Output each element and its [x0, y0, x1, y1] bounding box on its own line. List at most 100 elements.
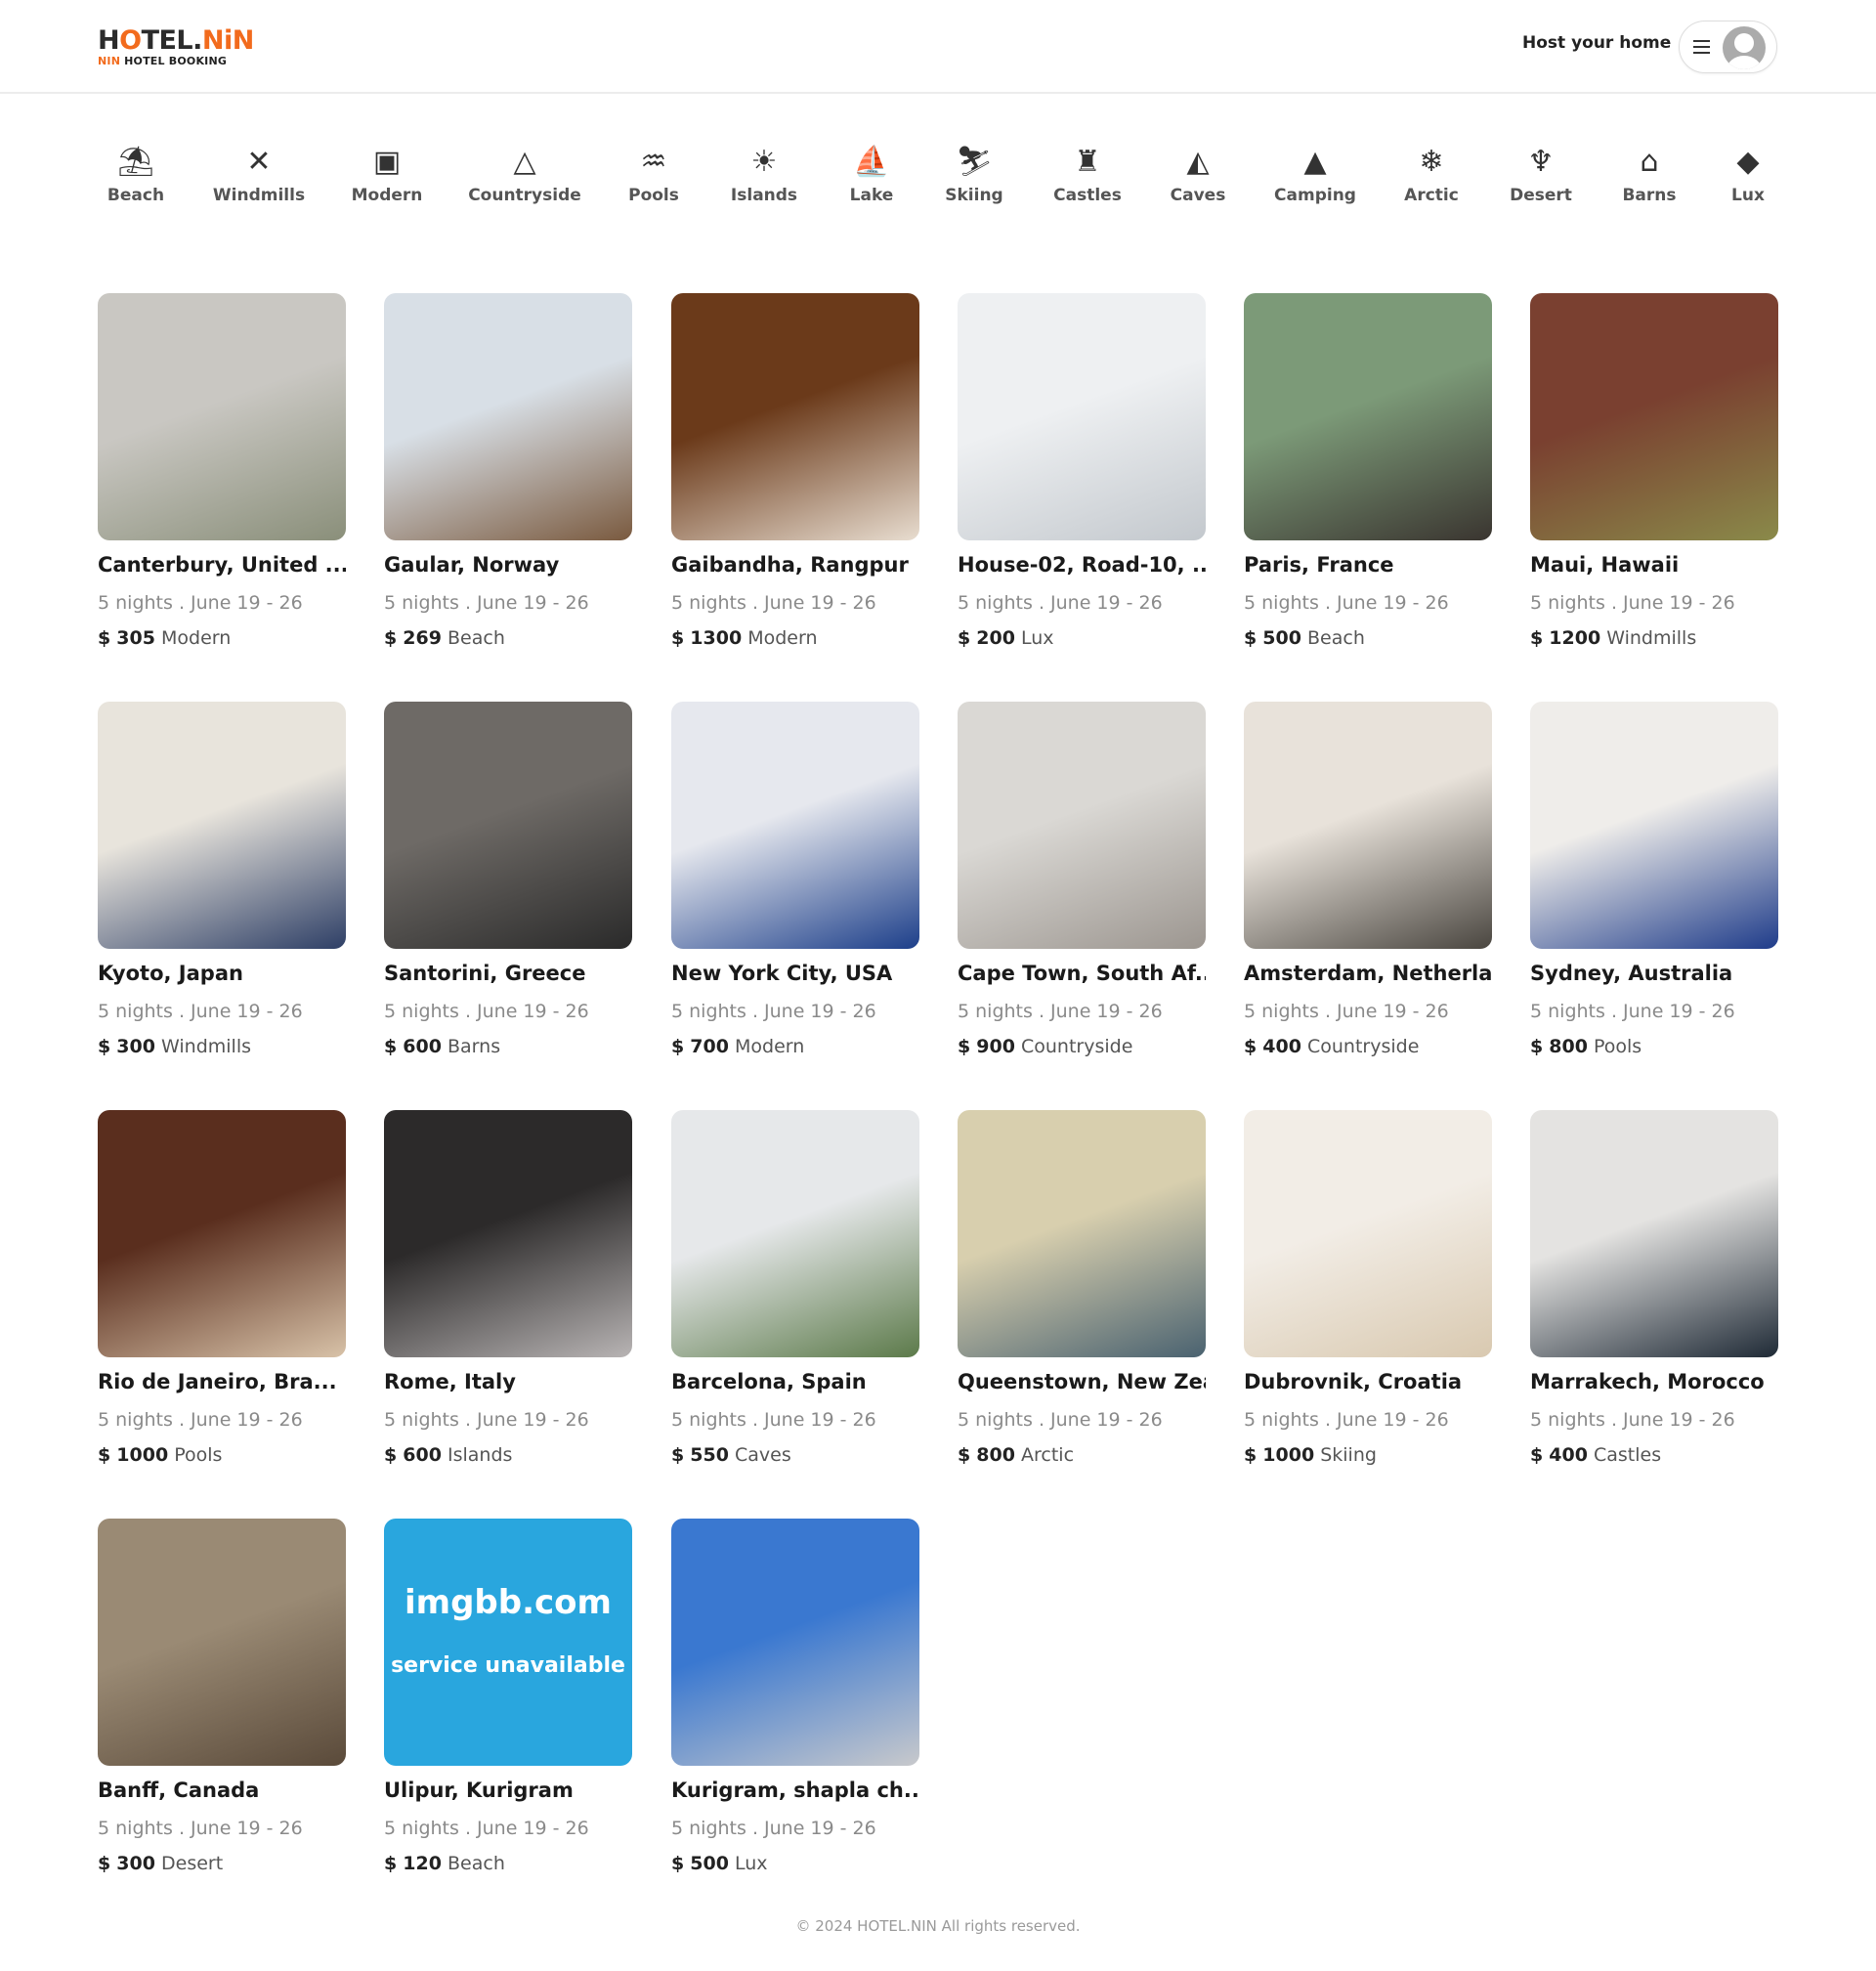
listing-photo[interactable] [384, 1110, 632, 1357]
listing-price: 500 [690, 1853, 729, 1874]
currency-symbol: $ [958, 1444, 971, 1466]
listing-photo[interactable] [671, 1110, 919, 1357]
listing-card[interactable]: New York City, USA 5 nights . June 19 - 2… [671, 702, 919, 1057]
listing-category: Caves [735, 1444, 791, 1466]
listing-category: Modern [161, 627, 232, 649]
listing-title: Kyoto, Japan [98, 962, 243, 985]
listing-photo[interactable] [98, 1110, 346, 1357]
listing-card[interactable]: Cape Town, South Af... 5 nights . June 19… [958, 702, 1206, 1057]
image-placeholder-title: imgbb.com [405, 1583, 612, 1622]
category-beach[interactable]: ⛱ Beach [67, 145, 204, 205]
host-your-home-link[interactable]: Host your home [1522, 33, 1671, 53]
listing-photo[interactable] [958, 1110, 1206, 1357]
listing-price-row: $ 1000 Skiing [1244, 1444, 1492, 1466]
listing-dates: 5 nights . June 19 - 26 [1530, 1001, 1735, 1022]
brand-logo[interactable]: HOTEL.NiN NIN HOTEL BOOKING [98, 27, 254, 68]
category-label: Lux [1731, 186, 1765, 205]
listing-photo[interactable] [98, 1519, 346, 1766]
category-countryside[interactable]: △ Countryside [456, 145, 593, 205]
listing-price: 269 [403, 627, 442, 649]
listing-card[interactable]: House-02, Road-10, ... 5 nights . June 19… [958, 293, 1206, 649]
currency-symbol: $ [384, 1444, 398, 1466]
listing-title: Santorini, Greece [384, 962, 586, 985]
listing-photo[interactable] [1244, 702, 1492, 949]
listing-category: Modern [735, 1036, 805, 1057]
listing-card[interactable]: Gaibandha, Rangpur 5 nights . June 19 - 2… [671, 293, 919, 649]
listing-photo[interactable] [384, 702, 632, 949]
top-navbar: HOTEL.NiN NIN HOTEL BOOKING Host your ho… [0, 0, 1876, 94]
listing-price: 1000 [1262, 1444, 1315, 1466]
listing-card[interactable]: Queenstown, New Zea... 5 nights . June 19… [958, 1110, 1206, 1466]
listing-card[interactable]: Kurigram, shapla ch... 5 nights . June 19… [671, 1519, 919, 1874]
listing-dates: 5 nights . June 19 - 26 [1244, 1001, 1449, 1022]
category-lux[interactable]: ◆ Lux [1680, 145, 1816, 205]
user-menu-button[interactable] [1679, 21, 1777, 73]
category-caves[interactable]: ◭ Caves [1130, 145, 1266, 205]
listing-card[interactable]: Rio de Janeiro, Bra... 5 nights . June 19… [98, 1110, 346, 1466]
listing-dates: 5 nights . June 19 - 26 [1244, 592, 1449, 614]
category-modern[interactable]: ▣ Modern [319, 145, 455, 205]
logo-wordmark: HOTEL.NiN [98, 25, 254, 56]
category-label: Windmills [212, 186, 306, 205]
listing-card[interactable]: Dubrovnik, Croatia 5 nights . June 19 - 2… [1244, 1110, 1492, 1466]
listing-card[interactable]: Paris, France 5 nights . June 19 - 26 $ 50… [1244, 293, 1492, 649]
listing-photo[interactable] [958, 293, 1206, 540]
listing-photo[interactable] [1530, 293, 1778, 540]
listing-card[interactable]: Sydney, Australia 5 nights . June 19 - 26… [1530, 702, 1778, 1057]
listing-card[interactable]: Maui, Hawaii 5 nights . June 19 - 26 $ 120… [1530, 293, 1778, 649]
listing-category: Pools [1594, 1036, 1642, 1057]
listing-title: New York City, USA [671, 962, 893, 985]
listing-dates: 5 nights . June 19 - 26 [384, 1409, 589, 1431]
listing-photo[interactable] [98, 293, 346, 540]
listing-photo[interactable] [1530, 1110, 1778, 1357]
listing-photo[interactable] [1244, 1110, 1492, 1357]
listing-price-row: $ 1200 Windmills [1530, 627, 1778, 649]
listing-price-row: $ 500 Beach [1244, 627, 1492, 649]
listing-title: Paris, France [1244, 553, 1394, 577]
listing-photo[interactable] [958, 702, 1206, 949]
listing-card[interactable]: imgbb.com service unavailable Ulipur, Kuri… [384, 1519, 632, 1874]
listing-title: Kurigram, shapla ch... [671, 1778, 919, 1802]
listing-price-row: $ 900 Countryside [958, 1036, 1206, 1057]
listing-price: 300 [116, 1036, 155, 1057]
category-bar: ⛱ Beach ✕ Windmills ▣ Modern △ Countryside ♒ Pool… [0, 145, 1876, 223]
listing-card[interactable]: Canterbury, United ... 5 nights . June 19… [98, 293, 346, 649]
listing-dates: 5 nights . June 19 - 26 [958, 592, 1163, 614]
listing-photo[interactable] [671, 1519, 919, 1766]
listing-photo[interactable] [1530, 702, 1778, 949]
listing-price: 900 [976, 1036, 1015, 1057]
currency-symbol: $ [671, 1444, 685, 1466]
listing-photo[interactable] [671, 702, 919, 949]
listing-title: Ulipur, Kurigram [384, 1778, 574, 1802]
listing-dates: 5 nights . June 19 - 26 [1530, 1409, 1735, 1431]
listing-card[interactable]: Rome, Italy 5 nights . June 19 - 26 $ 600 … [384, 1110, 632, 1466]
listing-photo[interactable]: imgbb.com service unavailable [384, 1519, 632, 1766]
listing-card[interactable]: Marrakech, Morocco 5 nights . June 19 - 2… [1530, 1110, 1778, 1466]
listing-photo[interactable] [1244, 293, 1492, 540]
listing-photo[interactable] [98, 702, 346, 949]
listing-price-row: $ 600 Barns [384, 1036, 632, 1057]
listing-photo[interactable] [384, 293, 632, 540]
listing-card[interactable]: Santorini, Greece 5 nights . June 19 - 26… [384, 702, 632, 1057]
listing-card[interactable]: Barcelona, Spain 5 nights . June 19 - 26 $… [671, 1110, 919, 1466]
currency-symbol: $ [1530, 1444, 1544, 1466]
listing-dates: 5 nights . June 19 - 26 [671, 1409, 876, 1431]
category-windmills[interactable]: ✕ Windmills [191, 145, 327, 205]
listing-price-row: $ 400 Countryside [1244, 1036, 1492, 1057]
listing-category: Lux [1021, 627, 1054, 649]
listing-category: Pools [174, 1444, 223, 1466]
listing-card[interactable]: Kyoto, Japan 5 nights . June 19 - 26 $ 300… [98, 702, 346, 1057]
listing-card[interactable]: Banff, Canada 5 nights . June 19 - 26 $ 30… [98, 1519, 346, 1874]
listing-photo[interactable] [671, 293, 919, 540]
listing-dates: 5 nights . June 19 - 26 [1530, 592, 1735, 614]
currency-symbol: $ [958, 627, 971, 649]
currency-symbol: $ [1244, 1036, 1258, 1057]
cave-icon: ◭ [1186, 145, 1210, 179]
footer-copyright: © 2024 HOTEL.NIN All rights reserved. [795, 1917, 1081, 1935]
listing-card[interactable]: Amsterdam, Netherla... 5 nights . June 19… [1244, 702, 1492, 1057]
listing-category: Beach [1307, 627, 1365, 649]
listing-price: 305 [116, 627, 155, 649]
category-label: Caves [1170, 186, 1226, 205]
listing-card[interactable]: Gaular, Norway 5 nights . June 19 - 26 $ 2… [384, 293, 632, 649]
listing-dates: 5 nights . June 19 - 26 [671, 1818, 876, 1839]
